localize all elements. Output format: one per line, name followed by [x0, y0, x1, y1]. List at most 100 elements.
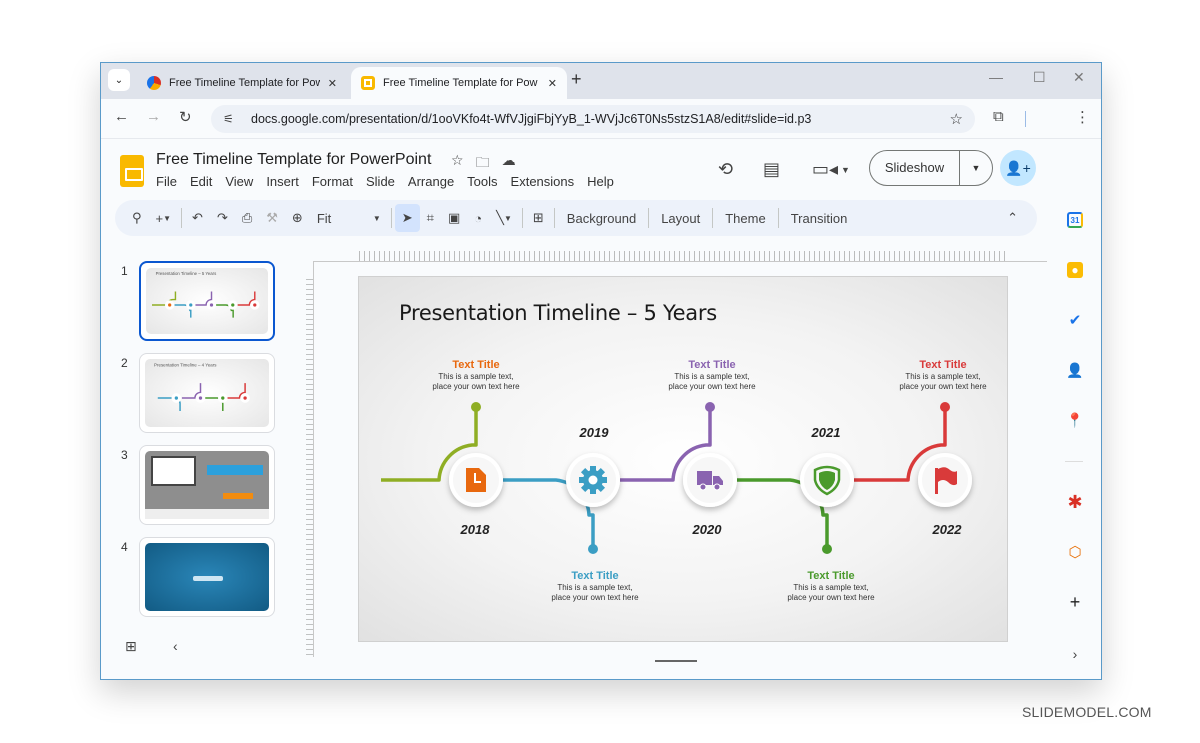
menu-slide[interactable]: Slide — [366, 174, 395, 189]
callout-2019[interactable]: Text Title This is a sample text, place … — [530, 570, 660, 603]
slide-thumbnail-1[interactable]: Presentation Timeline – 5 Years — [139, 261, 275, 341]
document-title[interactable]: Free Timeline Template for PowerPoint — [156, 151, 431, 169]
select-cursor-icon[interactable]: ➤ — [394, 204, 420, 232]
tasks-icon[interactable]: ✔ — [1067, 312, 1083, 329]
office-addon-icon[interactable]: ⬡ — [1067, 544, 1083, 561]
menu-file[interactable]: File — [156, 174, 177, 189]
slide-thumbnail-4[interactable] — [139, 537, 275, 617]
slideshow-label[interactable]: Slideshow — [870, 151, 960, 185]
transition-button[interactable]: Transition — [782, 211, 857, 226]
comments-icon[interactable]: ▤ — [763, 159, 780, 180]
slide-thumbnail-2[interactable]: Presentation Timeline – 4 Years — [139, 353, 275, 433]
menu-help[interactable]: Help — [587, 174, 614, 189]
slideshow-button[interactable]: Slideshow ▼ — [869, 150, 993, 186]
paint-format-icon[interactable]: ⚒ — [259, 204, 285, 232]
menu-extensions[interactable]: Extensions — [511, 174, 575, 189]
vertical-ruler[interactable] — [306, 275, 313, 655]
watermark: SLIDEMODEL.COM — [1022, 704, 1152, 720]
callout-2018[interactable]: Text Title This is a sample text, place … — [411, 359, 541, 392]
meet-dropdown-icon[interactable]: ▼ — [841, 165, 850, 175]
year-label-2018[interactable]: 2018 — [445, 522, 505, 537]
horizontal-scrollbar[interactable] — [655, 660, 697, 662]
add-addon-icon[interactable]: + — [1067, 592, 1083, 612]
url-text[interactable]: docs.google.com/presentation/d/1ooVKfo4t… — [251, 112, 950, 126]
share-button[interactable]: 👤+ — [1000, 150, 1036, 186]
close-tab-icon[interactable]: ✕ — [548, 77, 557, 90]
gear-icon — [579, 466, 607, 494]
year-label-2021[interactable]: 2021 — [796, 425, 856, 440]
menu-format[interactable]: Format — [312, 174, 353, 189]
browser-tab-2[interactable]: Free Timeline Template for Pow ✕ — [351, 67, 567, 99]
callout-title: Text Title — [919, 359, 967, 371]
timeline-dot-2018 — [471, 402, 481, 412]
search-menus-icon[interactable]: ⚲ — [125, 204, 149, 232]
add-comment-icon[interactable]: ⊞ — [526, 204, 551, 232]
background-button[interactable]: Background — [558, 211, 645, 226]
new-slide-icon[interactable]: + ▼ — [149, 204, 179, 232]
tab-title: Free Timeline Template for Pow — [169, 77, 320, 89]
google-slides-logo[interactable] — [120, 155, 144, 187]
back-button[interactable]: ← — [114, 108, 129, 125]
side-panel-divider — [1065, 461, 1083, 462]
maps-icon[interactable]: 📍 — [1066, 412, 1083, 428]
slide-thumbnail-3[interactable] — [139, 445, 275, 525]
layout-button[interactable]: Layout — [652, 211, 709, 226]
grid-view-icon[interactable]: ⊞ — [125, 638, 137, 655]
minimize-button[interactable]: — — [989, 69, 1003, 85]
year-label-2019[interactable]: 2019 — [564, 425, 624, 440]
undo-icon[interactable]: ↶ — [185, 204, 210, 232]
asterisk-addon-icon[interactable]: ✱ — [1067, 492, 1083, 512]
redo-icon[interactable]: ↷ — [210, 204, 235, 232]
shape-icon[interactable]: ◔ — [467, 204, 489, 232]
site-info-icon[interactable]: ⚟ — [223, 112, 241, 126]
print-icon[interactable]: ⎙ — [235, 204, 259, 232]
browser-menu-icon[interactable]: ⋮ — [1075, 108, 1090, 126]
slideshow-dropdown-icon[interactable]: ▼ — [960, 163, 992, 173]
text-box-icon[interactable]: ⌗ — [420, 204, 441, 232]
callout-2022[interactable]: Text Title This is a sample text, place … — [878, 359, 1007, 392]
menu-view[interactable]: View — [225, 174, 253, 189]
zoom-dropdown-icon[interactable]: ▼ — [366, 204, 388, 232]
calendar-icon[interactable]: 31 — [1067, 212, 1083, 228]
callout-2021[interactable]: Text Title This is a sample text, place … — [766, 570, 896, 603]
keep-icon[interactable]: ● — [1067, 262, 1083, 278]
callout-text: place your own text here — [899, 382, 987, 391]
collapse-toolbar-icon[interactable]: ⌃ — [1000, 204, 1025, 232]
cloud-saved-icon[interactable]: ☁ — [502, 152, 516, 176]
menu-arrange[interactable]: Arrange — [408, 174, 454, 189]
insert-image-icon[interactable]: ▣ — [441, 204, 467, 232]
callout-2020[interactable]: Text Title This is a sample text, place … — [647, 359, 777, 392]
close-tab-icon[interactable]: ✕ — [328, 77, 337, 90]
star-icon[interactable]: ☆ — [451, 152, 464, 176]
contacts-icon[interactable]: 👤 — [1066, 362, 1083, 378]
year-label-2020[interactable]: 2020 — [677, 522, 737, 537]
menu-tools[interactable]: Tools — [467, 174, 497, 189]
horizontal-ruler[interactable] — [359, 251, 1007, 261]
menu-edit[interactable]: Edit — [190, 174, 212, 189]
year-label-2022[interactable]: 2022 — [917, 522, 977, 537]
move-folder-icon[interactable]: 🗀 — [476, 152, 490, 176]
meet-camera-icon[interactable]: ▭◂ — [812, 159, 838, 180]
new-tab-button[interactable]: + — [571, 69, 582, 90]
zoom-icon[interactable]: ⊕ — [285, 204, 310, 232]
version-history-icon[interactable]: ⟲ — [718, 159, 733, 180]
browser-tab-1[interactable]: Free Timeline Template for Pow ✕ — [137, 67, 347, 99]
address-bar[interactable]: ⚟ docs.google.com/presentation/d/1ooVKfo… — [211, 105, 975, 133]
expand-side-panel-icon[interactable]: › — [1067, 646, 1083, 662]
collapse-filmstrip-icon[interactable]: ‹ — [173, 638, 178, 654]
callout-text: This is a sample text, — [793, 583, 869, 592]
toolbar-divider — [181, 208, 183, 228]
bookmark-star-icon[interactable]: ☆ — [950, 110, 963, 128]
maximize-button[interactable]: ☐ — [1033, 69, 1046, 86]
reload-button[interactable]: ↻ — [179, 108, 192, 126]
zoom-select[interactable]: Fit — [310, 204, 366, 232]
callout-title: Text Title — [571, 570, 619, 582]
forward-button[interactable]: → — [146, 108, 161, 125]
slide-canvas[interactable]: Presentation Timeline – 5 Years Text Tit… — [358, 276, 1008, 642]
line-icon[interactable]: ╲ ▼ — [489, 204, 519, 232]
close-window-button[interactable]: ✕ — [1073, 69, 1085, 86]
menu-insert[interactable]: Insert — [266, 174, 299, 189]
theme-button[interactable]: Theme — [716, 211, 774, 226]
extensions-icon[interactable]: ⧉ — [993, 108, 1004, 125]
tab-search-button[interactable]: ⌄ — [108, 69, 130, 91]
